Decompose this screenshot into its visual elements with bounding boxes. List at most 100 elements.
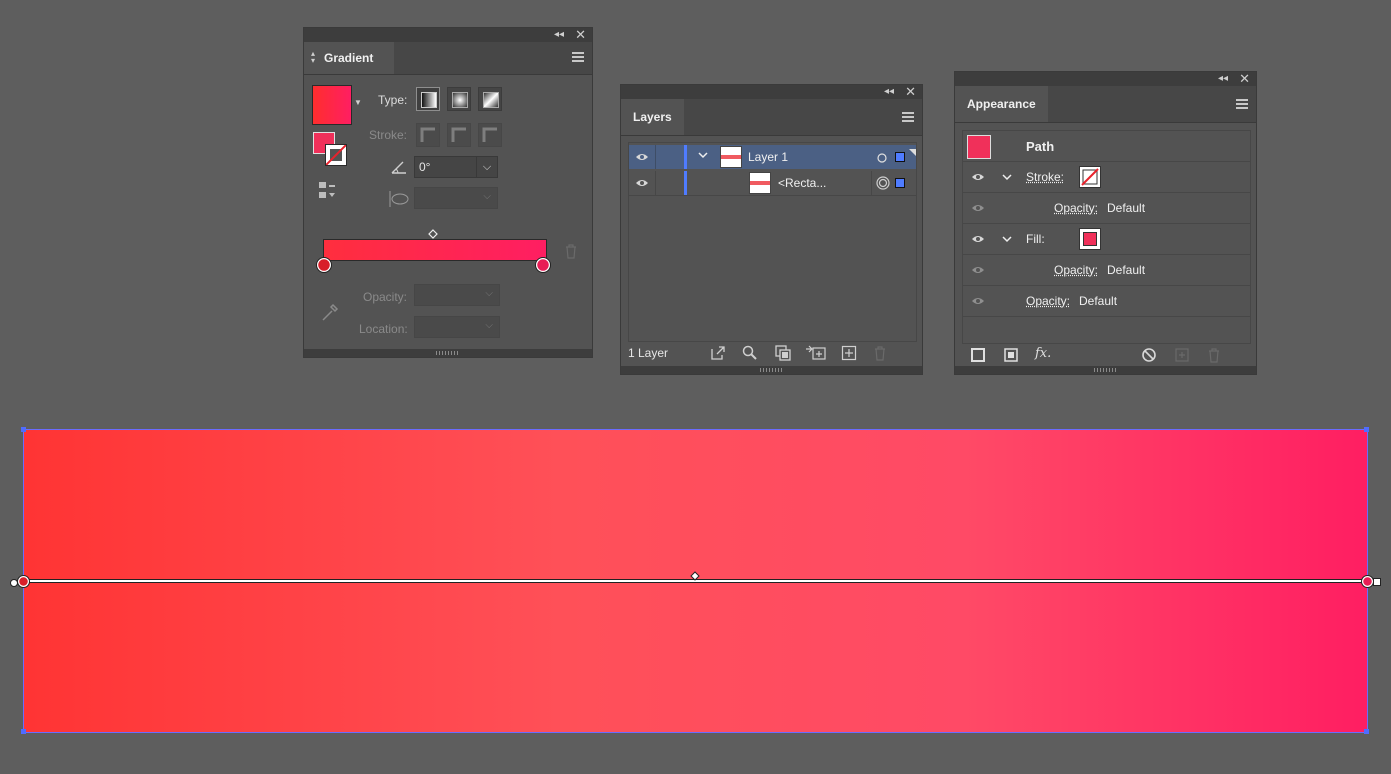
object-name[interactable]: <Recta... [778,176,826,190]
panel-menu-icon[interactable] [1236,99,1248,109]
gradient-resize-grip[interactable] [304,349,592,357]
layers-resize-grip[interactable] [621,366,922,374]
annotator-midpoint-diamond[interactable] [690,570,700,584]
layer-color-bar [684,145,687,169]
appearance-panel-titlebar[interactable]: ◂◂ ✕ [955,72,1256,86]
linear-gradient-button[interactable] [416,87,440,111]
layer-row[interactable]: <Recta... [629,171,916,196]
panel-menu-icon[interactable] [572,52,584,62]
gradient-swatch[interactable] [312,85,352,125]
opacity-dropdown-icon[interactable]: ⌵ [485,288,493,299]
swap-fill-stroke-icon[interactable] [318,180,338,203]
close-icon[interactable]: ✕ [1239,72,1250,86]
eyedropper-icon[interactable] [319,301,341,326]
anchor-top-right[interactable] [1364,427,1369,432]
duplicate-item-icon[interactable] [1174,347,1190,366]
opacity-label[interactable]: Opacity: [1054,201,1098,215]
selection-indicator[interactable] [895,178,905,188]
angle-value: 0° [419,160,431,174]
appearance-fill-opacity-row[interactable]: Opacity: Default [963,255,1250,286]
aspect-dropdown-icon[interactable]: ⌵ [483,191,491,202]
delete-layer-icon[interactable] [873,345,887,364]
panel-menu-icon[interactable] [902,112,914,122]
freeform-gradient-button[interactable] [478,87,502,111]
close-icon[interactable]: ✕ [905,85,916,99]
anchor-top-left[interactable] [21,427,26,432]
lock-column[interactable] [655,171,684,195]
angle-dropdown-icon[interactable]: ⌵ [476,157,497,177]
tab-gradient[interactable]: Gradient [304,42,394,74]
visibility-eye-icon[interactable] [971,297,985,305]
opacity-label[interactable]: Opacity: [1026,294,1070,308]
radial-gradient-button[interactable] [447,87,471,111]
add-new-fill-icon[interactable] [1003,347,1019,366]
annotator-start-stop[interactable] [17,575,30,591]
tab-appearance[interactable]: Appearance [955,86,1048,122]
collapse-icon[interactable]: ◂◂ [884,85,894,99]
stroke-label[interactable]: Stroke: [1026,170,1064,184]
visibility-eye-icon[interactable] [971,173,985,181]
expand-chevron-icon[interactable] [1001,171,1013,186]
fill-label: Fill: [1026,232,1045,246]
visibility-eye-icon[interactable] [971,235,985,243]
appearance-object-row[interactable]: Path [963,131,1250,162]
add-new-stroke-icon[interactable] [970,347,986,366]
create-new-layer-icon[interactable] [841,345,857,364]
gradient-stop-end[interactable] [535,257,551,276]
tab-layers[interactable]: Layers [621,99,684,135]
object-swatch [967,135,991,159]
tab-layers-label: Layers [633,110,672,124]
make-clipping-mask-icon[interactable] [775,345,791,364]
layer-row[interactable]: Layer 1 [629,145,916,169]
clear-appearance-icon[interactable] [1141,347,1157,366]
aspect-ratio-field[interactable]: ⌵ [414,187,498,209]
gradient-panel-titlebar[interactable]: ◂◂ ✕ [304,28,592,42]
appearance-stroke-row[interactable]: Stroke: [963,162,1250,193]
swatch-dropdown-icon[interactable]: ▼ [354,98,362,107]
panel-options-arrows-icon[interactable]: ▴ ▾ [311,50,315,65]
locate-object-icon[interactable] [742,345,758,364]
fill-swatch[interactable] [1079,228,1101,250]
annotator-end-square-handle[interactable] [1373,578,1381,586]
stroke-across-button[interactable] [478,123,502,147]
opacity-field[interactable]: ⌵ [414,284,500,306]
layer-name[interactable]: Layer 1 [748,150,788,164]
type-label: Type: [378,93,408,107]
expand-chevron-icon[interactable] [1001,233,1013,248]
anchor-bottom-left[interactable] [21,729,26,734]
stroke-none-swatch[interactable] [1079,166,1101,188]
selection-indicator[interactable] [895,152,905,162]
appearance-resize-grip[interactable] [955,366,1256,374]
delete-item-icon[interactable] [1207,347,1221,366]
visibility-eye-icon[interactable] [971,266,985,274]
export-icon[interactable] [710,345,726,364]
target-circle-icon[interactable] [877,152,887,166]
visibility-eye-icon[interactable] [635,179,649,187]
delete-stop-icon[interactable] [564,243,578,262]
add-new-effect-icon[interactable]: fx. [1035,346,1051,361]
gradient-tabrow: Gradient ▴ ▾ [304,42,592,75]
angle-field[interactable]: 0° ⌵ [414,156,498,178]
stroke-along-button[interactable] [447,123,471,147]
collapse-icon[interactable]: ◂◂ [554,28,564,42]
opacity-label[interactable]: Opacity: [1054,263,1098,277]
gradient-stop-start[interactable] [316,257,332,276]
gradient-slider[interactable] [323,239,547,261]
visibility-eye-icon[interactable] [971,204,985,212]
stroke-within-button[interactable] [416,123,440,147]
location-dropdown-icon[interactable]: ⌵ [485,320,493,331]
appearance-stroke-opacity-row[interactable]: Opacity: Default [963,193,1250,224]
visibility-eye-icon[interactable] [635,153,649,161]
create-sublayer-icon[interactable] [805,345,827,364]
anchor-bottom-right[interactable] [1364,729,1369,734]
target-double-circle-icon[interactable] [876,176,890,193]
layers-panel-titlebar[interactable]: ◂◂ ✕ [621,85,922,99]
appearance-object-opacity-row[interactable]: Opacity: Default [963,286,1250,317]
expand-chevron-icon[interactable] [697,149,709,164]
location-field[interactable]: ⌵ [414,316,500,338]
close-icon[interactable]: ✕ [575,28,586,42]
appearance-fill-row[interactable]: Fill: [963,224,1250,255]
collapse-icon[interactable]: ◂◂ [1218,72,1228,86]
lock-column[interactable] [655,145,684,169]
stroke-swatch-none[interactable] [325,144,347,166]
